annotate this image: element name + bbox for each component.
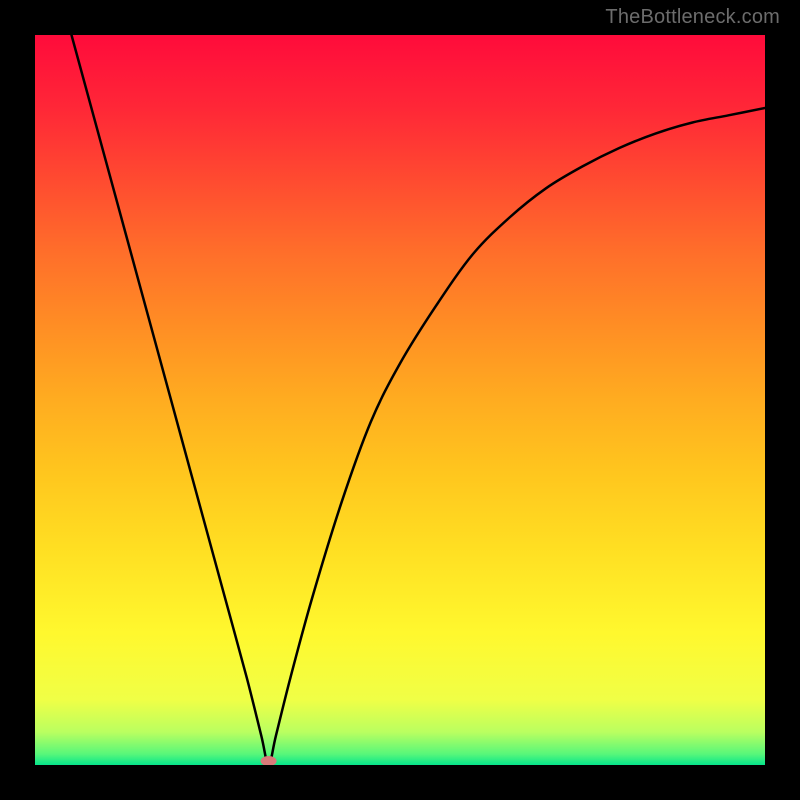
bottleneck-curve bbox=[72, 35, 766, 765]
curve-layer bbox=[35, 35, 765, 765]
plot-area bbox=[35, 35, 765, 765]
chart-container: { "watermark": "TheBottleneck.com", "cha… bbox=[0, 0, 800, 800]
watermark-text: TheBottleneck.com bbox=[605, 6, 780, 29]
optimal-marker bbox=[261, 756, 277, 765]
